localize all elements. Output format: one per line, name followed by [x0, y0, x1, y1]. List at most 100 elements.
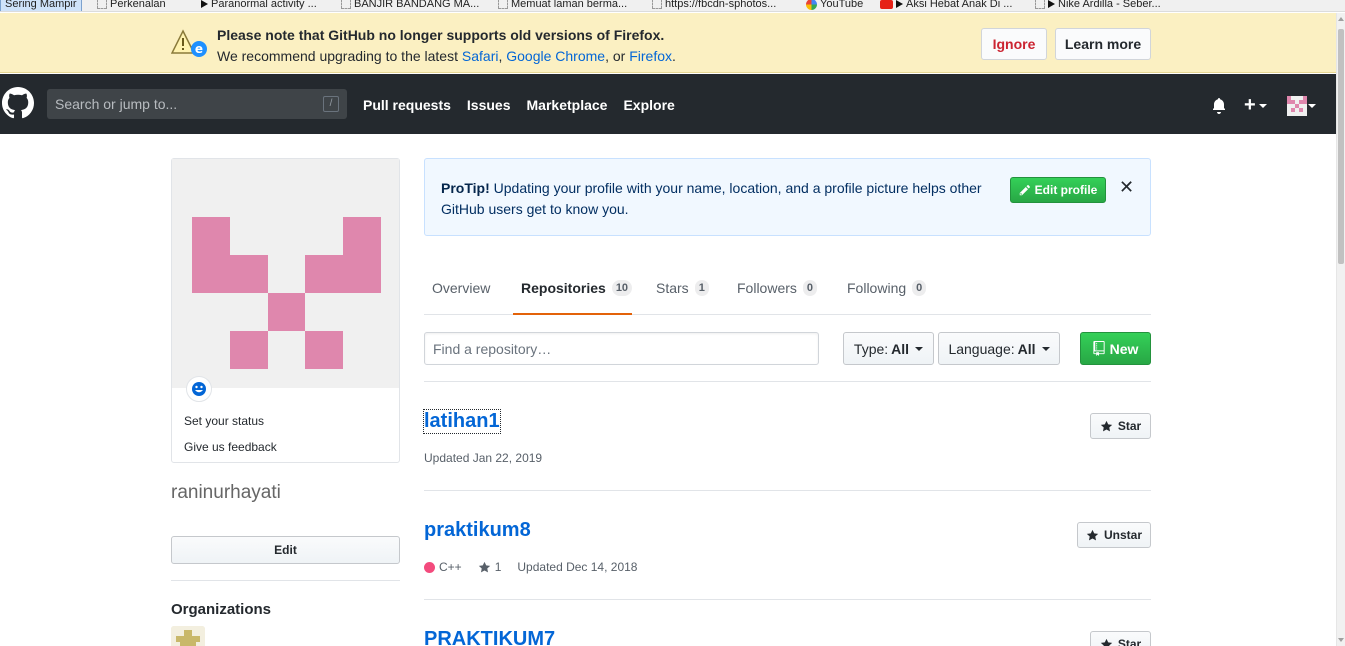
star-label: Star: [1117, 419, 1142, 433]
warning-text: , or: [605, 48, 630, 64]
tab-counter: 1: [694, 280, 709, 296]
filter-value: All: [1017, 340, 1036, 357]
star-button[interactable]: Star: [1090, 413, 1151, 439]
bookmark-item[interactable]: Sering Mampir: [0, 0, 82, 11]
protip-banner: ProTip! Updating your profile with your …: [424, 158, 1151, 236]
repo-updated: Updated Jan 22, 2019: [424, 451, 543, 465]
bookmark-label: Paranormal activity ...: [211, 0, 317, 10]
nav-marketplace[interactable]: Marketplace: [527, 97, 608, 113]
organization-avatar[interactable]: [171, 626, 205, 646]
new-label: New: [1109, 340, 1139, 357]
chevron-down-icon: [1041, 346, 1050, 351]
feedback-link[interactable]: Give us feedback: [184, 440, 277, 454]
star-icon: [1100, 420, 1113, 431]
bookmark-label: https://fbcdn-sphotos...: [665, 0, 777, 10]
scroll-down-arrow-icon[interactable]: [1338, 638, 1344, 642]
protip-text: ProTip! Updating your profile with your …: [441, 178, 1001, 220]
bell-icon[interactable]: [1212, 98, 1226, 114]
profile-tabs: Overview Repositories 10 Stars 1 Followers…: [424, 266, 1151, 315]
chrome-link[interactable]: Google Chrome: [506, 48, 605, 64]
bookmark-label: Memuat laman berma...: [511, 0, 628, 10]
language-color-dot: [424, 562, 435, 574]
type-filter-dropdown[interactable]: Type: All: [843, 332, 934, 365]
bookmark-item[interactable]: Memuat laman berma...: [498, 0, 628, 11]
tab-repositories[interactable]: Repositories 10: [521, 280, 633, 296]
bookmark-item[interactable]: BANJIR BANDANG MA...: [341, 0, 479, 11]
set-status-button[interactable]: [186, 376, 212, 402]
search-input[interactable]: [47, 89, 347, 119]
bookmark-label: Sering Mampir: [5, 0, 77, 10]
scroll-up-arrow-icon[interactable]: [1338, 17, 1344, 21]
warning-message: We recommend upgrading to the latest Saf…: [217, 48, 676, 64]
repo-meta: Updated Jan 22, 2019: [424, 451, 542, 465]
bookmark-label: Aksi Hebat Anak Di ...: [906, 0, 1013, 10]
scroll-thumb[interactable]: [1338, 29, 1344, 264]
tab-followers[interactable]: Followers 0: [737, 280, 818, 296]
repo-link[interactable]: PRAKTIKUM7: [424, 628, 555, 646]
scrollbar[interactable]: [1336, 13, 1345, 646]
google-icon: [806, 0, 817, 10]
tab-label: Overview: [432, 280, 491, 296]
pencil-icon: [1019, 185, 1030, 196]
global-search: /: [47, 89, 347, 119]
nav-pull-requests[interactable]: Pull requests: [363, 97, 451, 113]
repo-search-field: [424, 332, 819, 365]
page-icon: [341, 0, 351, 9]
avatar[interactable]: [1287, 96, 1307, 116]
bookmark-label: Nike Ardilla - Seber...: [1058, 0, 1161, 10]
warning-title: Please note that GitHub no longer suppor…: [217, 27, 665, 43]
plus-icon: +: [1244, 94, 1256, 116]
warning-text: .: [672, 48, 676, 64]
tab-counter: 0: [802, 280, 818, 296]
divider: [424, 381, 1151, 382]
edit-profile-button[interactable]: Edit: [171, 536, 400, 564]
tab-overview[interactable]: Overview: [432, 280, 490, 296]
repo-updated: Updated Dec 14, 2018: [517, 560, 638, 574]
tab-stars[interactable]: Stars 1: [656, 280, 709, 296]
organizations-heading: Organizations: [171, 601, 272, 618]
language-filter-dropdown[interactable]: Language: All: [938, 332, 1060, 365]
language-label: C++: [439, 560, 462, 574]
unstar-button[interactable]: Unstar: [1077, 522, 1151, 548]
tab-counter: 10: [611, 280, 633, 296]
repo-link[interactable]: praktikum8: [424, 519, 531, 542]
set-status-link[interactable]: Set your status: [184, 414, 264, 428]
bookmark-label: Perkenalan: [110, 0, 166, 10]
nav-explore[interactable]: Explore: [623, 97, 674, 113]
bookmark-item[interactable]: YouTube: [806, 0, 863, 11]
play-icon: [1048, 0, 1055, 8]
new-repository-button[interactable]: New: [1080, 332, 1151, 365]
page-icon: [97, 0, 107, 9]
repo-stars[interactable]: 1: [478, 560, 501, 574]
repo-meta: C++ 1 Updated Dec 14, 2018: [424, 560, 637, 574]
close-icon[interactable]: ✕: [1119, 175, 1134, 199]
github-logo-icon[interactable]: [2, 87, 34, 119]
chevron-down-icon[interactable]: [1308, 104, 1316, 108]
bookmark-item[interactable]: Paranormal activity ...: [201, 0, 317, 11]
chevron-down-icon: [1258, 103, 1267, 108]
ignore-button[interactable]: Ignore: [981, 28, 1047, 60]
bookmark-item[interactable]: Aksi Hebat Anak Di ...: [880, 0, 1013, 11]
star-label: Star: [1117, 637, 1142, 646]
edit-profile-protip-button[interactable]: Edit profile: [1010, 177, 1106, 203]
chevron-down-icon: [915, 346, 924, 351]
find-repository-input[interactable]: [425, 333, 818, 364]
youtube-icon: [880, 0, 893, 9]
star-button[interactable]: Star: [1090, 631, 1151, 646]
slash-shortcut-hint: /: [323, 96, 339, 112]
create-new-dropdown[interactable]: +: [1244, 95, 1267, 115]
nav-issues[interactable]: Issues: [467, 97, 511, 113]
bookmark-item[interactable]: Nike Ardilla - Seber...: [1035, 0, 1161, 11]
bookmark-item[interactable]: Perkenalan: [97, 0, 166, 11]
safari-link[interactable]: Safari: [462, 48, 499, 64]
tab-following[interactable]: Following 0: [847, 280, 927, 296]
profile-avatar[interactable]: [172, 159, 399, 388]
header-nav: Pull requests Issues Marketplace Explore: [363, 97, 675, 113]
repo-link[interactable]: latihan1: [423, 409, 501, 434]
profile-card: Set your status Give us feedback: [171, 158, 400, 463]
learn-more-button[interactable]: Learn more: [1055, 28, 1151, 60]
tab-label: Followers: [737, 280, 797, 296]
bookmark-item[interactable]: https://fbcdn-sphotos...: [652, 0, 777, 11]
browser-warning-banner: e Please note that GitHub no longer supp…: [0, 13, 1336, 73]
firefox-link[interactable]: Firefox: [629, 48, 672, 64]
